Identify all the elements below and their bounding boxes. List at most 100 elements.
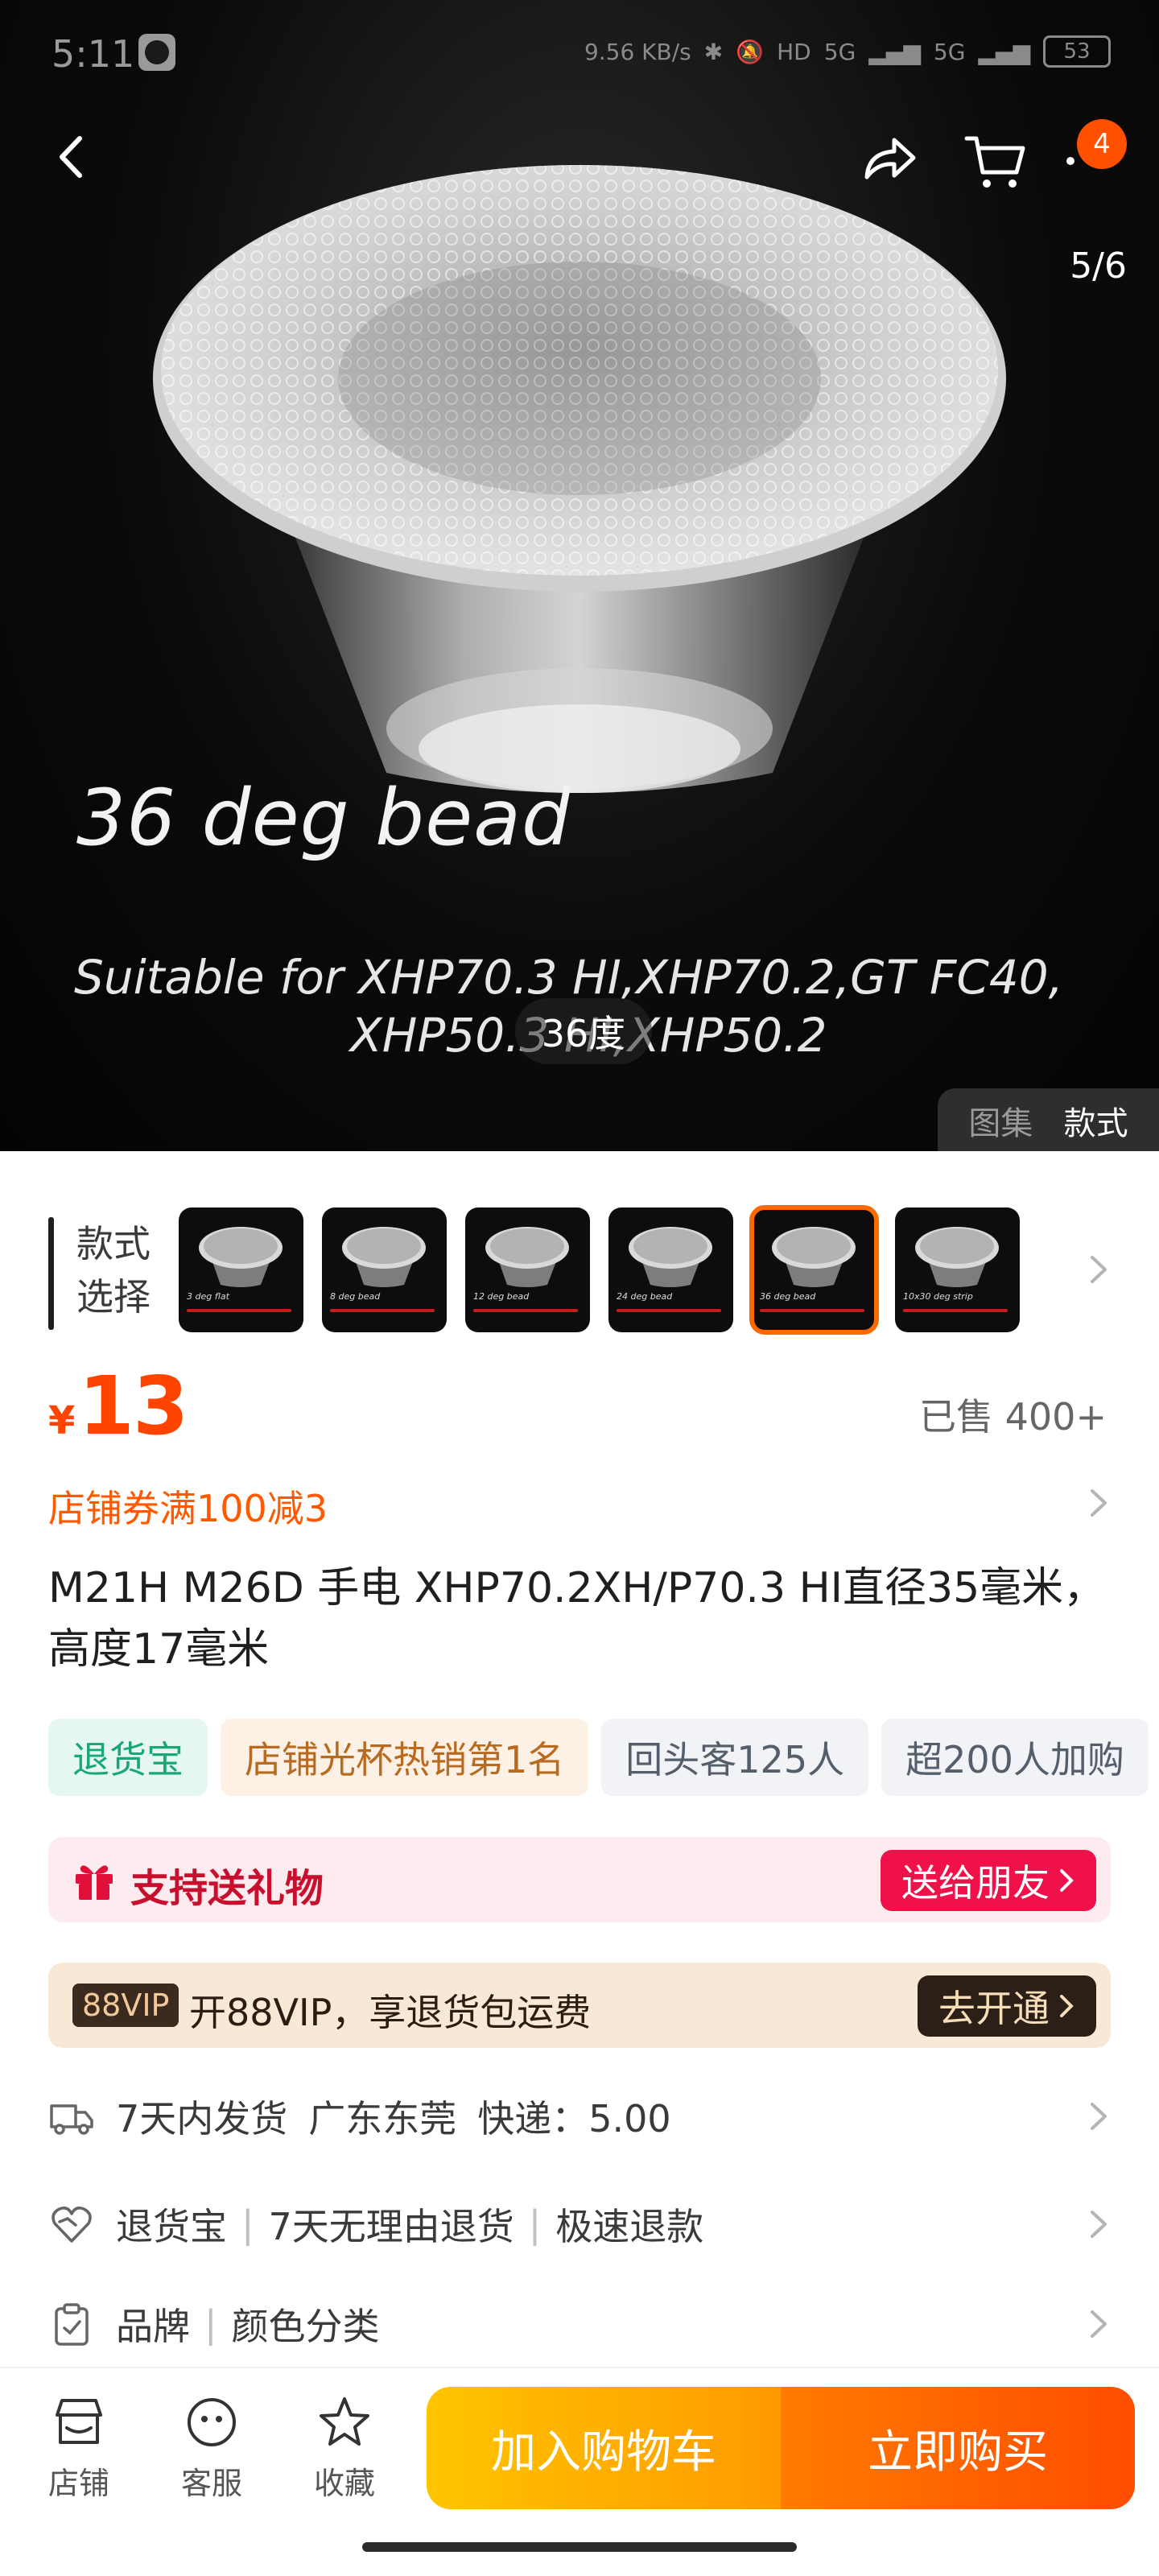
tag-return-insurance[interactable]: 退货宝 bbox=[48, 1719, 208, 1796]
shop-coupon[interactable]: 店铺券满100减3 bbox=[48, 1480, 328, 1533]
price-value: 13 bbox=[78, 1359, 188, 1453]
variant-thumbnail-label: 36 deg bead bbox=[760, 1291, 816, 1302]
signal-bars-icon: ▂▄▆ bbox=[978, 38, 1030, 65]
brand-label: 品牌 bbox=[116, 2305, 190, 2348]
product-image-gallery[interactable]: 36 deg bead Suitable for XHP70.3 HI,XHP7… bbox=[0, 0, 1159, 1151]
shipping-row[interactable]: 7天内发货 广东东莞 快递：5.00 bbox=[48, 2080, 1111, 2153]
variant-thumbnail-label: 3 deg flat bbox=[187, 1291, 229, 1302]
ship-time: 7天内发货 bbox=[116, 2097, 288, 2140]
variant-thumbnail[interactable]: 36 deg bead bbox=[749, 1205, 879, 1335]
bluetooth-icon: ✱ bbox=[703, 38, 724, 65]
variant-thumbnail-label: 24 deg bead bbox=[617, 1291, 673, 1302]
chevron-right-icon bbox=[1060, 1869, 1074, 1892]
truck-icon bbox=[50, 2104, 93, 2135]
separator: | bbox=[241, 2202, 254, 2246]
variant-thumbnail[interactable]: 3 deg flat bbox=[179, 1208, 303, 1332]
lens-thumbnail-image bbox=[485, 1227, 569, 1287]
variant-thumbnail-caption-bar bbox=[903, 1309, 1008, 1312]
variant-thumbnail-label: 10x30 deg strip bbox=[903, 1291, 973, 1302]
ship-origin: 广东东莞 bbox=[308, 2097, 457, 2140]
return-insurance: 退货宝 bbox=[116, 2205, 227, 2248]
currency-symbol: ¥ bbox=[48, 1398, 76, 1443]
variant-divider bbox=[48, 1217, 54, 1330]
variant-thumbnail-caption-bar bbox=[473, 1309, 578, 1312]
product-tags: 退货宝 店铺光杯热销第1名 回头客125人 超200人加购 bbox=[48, 1719, 1149, 1796]
network-speed: 9.56 KB/s bbox=[584, 38, 691, 65]
returns-row[interactable]: 退货宝 | 7天无理由退货 | 极速退款 bbox=[48, 2188, 1111, 2260]
separator: | bbox=[528, 2202, 542, 2246]
variant-thumbnail-label: 12 deg bead bbox=[473, 1291, 530, 1302]
vip-banner[interactable]: 88VIP 开88VIP，享退货包运费 去开通 bbox=[48, 1963, 1111, 2048]
gift-icon bbox=[76, 1865, 113, 1900]
variant-thumbnail-caption-bar bbox=[617, 1309, 721, 1312]
store-icon bbox=[56, 2399, 102, 2444]
chevron-right-icon bbox=[1091, 2211, 1107, 2238]
lens-thumbnail-image bbox=[915, 1227, 999, 1287]
battery-icon: 53 bbox=[1043, 35, 1111, 68]
specs-row[interactable]: 品牌 | 颜色分类 bbox=[48, 2288, 1111, 2360]
variant-thumbnail[interactable]: 8 deg bead bbox=[322, 1208, 447, 1332]
tab-style[interactable]: 款式 bbox=[1064, 1097, 1128, 1144]
cart-icon[interactable] bbox=[962, 127, 1029, 195]
chevron-right-icon bbox=[1091, 2310, 1107, 2338]
gallery-style-toggle[interactable]: 图集 款式 bbox=[938, 1088, 1159, 1151]
status-time: 5:11 bbox=[52, 32, 135, 76]
variant-thumbnail[interactable]: 10x30 deg strip bbox=[895, 1208, 1020, 1332]
fast-refund: 极速退款 bbox=[555, 2205, 704, 2248]
product-title: M21H M26D 手电 XHP70.2XH/P70.3 HI直径35毫米，高度… bbox=[48, 1564, 1106, 1674]
heart-shield-icon bbox=[52, 2207, 92, 2243]
tag-repeat-customers[interactable]: 回头客125人 bbox=[601, 1719, 869, 1796]
variant-selector[interactable]: 款式 选择 3 deg flat 8 deg bead 12 deg bead 24 … bbox=[0, 1199, 1159, 1336]
chevron-right-icon bbox=[1060, 1995, 1074, 2017]
gift-text: 支持送礼物 bbox=[130, 1866, 324, 1911]
variant-thumbnails: 3 deg flat 8 deg bead 12 deg bead 24 deg be… bbox=[179, 1205, 1020, 1335]
variant-thumbnail-caption-bar bbox=[330, 1309, 435, 1312]
seven-day-return: 7天无理由退货 bbox=[268, 2205, 514, 2248]
customer-service-button[interactable]: 客服 bbox=[163, 2392, 260, 2503]
variant-label: 款式 选择 bbox=[76, 1222, 151, 1319]
status-icons: 9.56 KB/s ✱ 🔕 HD 5G ▂▄▆ 5G ▂▄▆ 53 bbox=[584, 35, 1111, 68]
tab-gallery[interactable]: 图集 bbox=[968, 1097, 1033, 1144]
variant-thumbnail[interactable]: 12 deg bead bbox=[465, 1208, 590, 1332]
shop-button[interactable]: 店铺 bbox=[31, 2392, 127, 2503]
gift-banner[interactable]: 支持送礼物 送给朋友 bbox=[48, 1837, 1111, 1922]
open-vip-button[interactable]: 去开通 bbox=[918, 1975, 1096, 2037]
vip-text: 开88VIP，享退货包运费 bbox=[189, 1991, 592, 2034]
clipboard-icon bbox=[55, 2303, 89, 2346]
signal-5g-2: 5G bbox=[933, 38, 966, 65]
send-to-friend-button[interactable]: 送给朋友 bbox=[881, 1850, 1096, 1911]
variant-thumbnail-caption-bar bbox=[760, 1309, 864, 1312]
style-name-pill: 36度 bbox=[515, 998, 652, 1064]
ship-fee: 快递：5.00 bbox=[477, 2097, 671, 2140]
chevron-right-icon bbox=[1091, 2103, 1107, 2130]
hero-caption-line1: Suitable for XHP70.3 HI,XHP70.2,GT FC40, bbox=[74, 950, 1064, 1005]
color-category-label: 颜色分类 bbox=[231, 2305, 380, 2348]
image-counter: 5/6 bbox=[1070, 246, 1127, 287]
star-icon bbox=[320, 2397, 369, 2446]
price: ¥ 13 bbox=[48, 1359, 189, 1453]
hd-badge: HD bbox=[777, 38, 811, 65]
variant-thumbnail[interactable]: 24 deg bead bbox=[608, 1208, 733, 1332]
chevron-right-icon[interactable] bbox=[1083, 1249, 1115, 1290]
mute-icon: 🔕 bbox=[736, 38, 765, 65]
back-arrow-icon[interactable] bbox=[44, 129, 101, 185]
status-bar: 5:11 9.56 KB/s ✱ 🔕 HD 5G ▂▄▆ 5G ▂▄▆ 53 bbox=[0, 0, 1159, 105]
lens-thumbnail-image bbox=[342, 1227, 426, 1287]
sold-count: 已售 400+ bbox=[919, 1395, 1107, 1439]
purchase-actions: 加入购物车 立即购买 bbox=[427, 2387, 1135, 2509]
favorite-button[interactable]: 收藏 bbox=[296, 2392, 393, 2503]
home-indicator[interactable] bbox=[362, 2542, 797, 2552]
tag-added-to-cart[interactable]: 超200人加购 bbox=[881, 1719, 1149, 1796]
add-to-cart-button[interactable]: 加入购物车 bbox=[427, 2387, 781, 2509]
share-icon[interactable] bbox=[857, 127, 922, 192]
chevron-right-icon[interactable] bbox=[1083, 1483, 1115, 1523]
tag-best-seller[interactable]: 店铺光杯热销第1名 bbox=[221, 1719, 589, 1796]
lens-thumbnail-image bbox=[629, 1227, 712, 1287]
lens-thumbnail-image bbox=[772, 1227, 856, 1287]
buy-now-button[interactable]: 立即购买 bbox=[781, 2387, 1135, 2509]
cart-count-badge: 4 bbox=[1077, 119, 1127, 169]
clock-app-icon bbox=[138, 34, 175, 71]
variant-thumbnail-caption-bar bbox=[187, 1309, 291, 1312]
signal-5g-1: 5G bbox=[823, 38, 856, 65]
signal-bars-icon: ▂▄▆ bbox=[868, 38, 921, 65]
